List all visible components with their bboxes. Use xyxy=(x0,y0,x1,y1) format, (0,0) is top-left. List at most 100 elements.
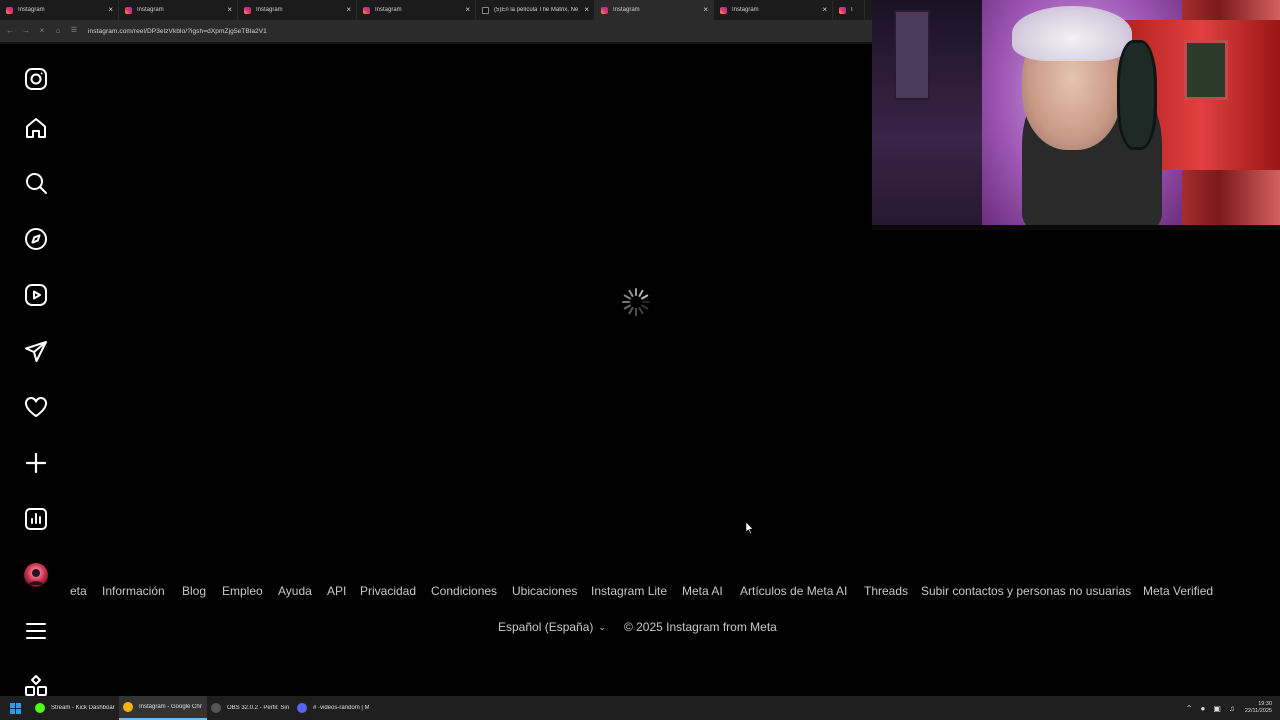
forward-icon[interactable]: → xyxy=(20,25,32,37)
browser-tab-title: Instagram xyxy=(256,7,283,13)
footer-link[interactable]: Meta AI xyxy=(682,584,723,598)
create-icon[interactable] xyxy=(24,451,48,475)
footer-link[interactable]: Instagram Lite xyxy=(591,584,667,598)
url-field[interactable]: instagram.com/reel/DP3elzVkblo/?igsh=dXp… xyxy=(88,28,267,35)
footer-bottom: Español (España) ⌄ © 2025 Instagram from… xyxy=(498,619,777,635)
close-tab-icon[interactable]: × xyxy=(584,5,589,14)
app-icon xyxy=(297,703,307,713)
loading-spinner-icon xyxy=(622,288,650,316)
close-tab-icon[interactable]: × xyxy=(822,5,827,14)
browser-tab-title: Instagram xyxy=(613,7,640,13)
spinner-spoke xyxy=(638,307,644,315)
webcam-person-hair xyxy=(1012,6,1132,61)
footer-link[interactable]: Ayuda xyxy=(278,584,312,598)
browser-tab[interactable]: Instagram × xyxy=(119,0,238,20)
footer-link[interactable]: Empleo xyxy=(222,584,263,598)
footer-link[interactable]: Ubicaciones xyxy=(512,584,577,598)
close-tab-icon[interactable]: × xyxy=(227,5,232,14)
taskbar-app[interactable]: # ·videos-random | M xyxy=(293,696,373,720)
screen: { "browser": { "tabs": [ {"title": "Inst… xyxy=(0,0,1280,720)
browser-tab[interactable]: Instagram × xyxy=(0,0,119,20)
home-icon[interactable] xyxy=(24,116,48,140)
volume-icon[interactable]: ♫ xyxy=(1229,704,1235,713)
instagram-favicon-icon xyxy=(601,6,608,14)
taskbar-app[interactable]: Instagram - Google Chr xyxy=(119,696,207,720)
browser-tab[interactable]: I xyxy=(833,0,865,20)
spinner-spoke xyxy=(628,289,634,297)
browser-tab[interactable]: Instagram × xyxy=(595,0,714,20)
close-tab-icon[interactable]: × xyxy=(346,5,351,14)
footer-link[interactable]: API xyxy=(327,584,346,598)
spinner-spoke xyxy=(623,304,631,310)
search-icon[interactable] xyxy=(24,171,48,195)
footer-link[interactable]: Subir contactos y personas no usuarias xyxy=(921,584,1131,598)
spinner-spoke xyxy=(628,307,634,315)
browser-tab[interactable]: Instagram × xyxy=(714,0,833,20)
browser-tab-title: I xyxy=(851,7,853,13)
instagram-favicon-icon xyxy=(125,6,132,14)
notifications-icon[interactable] xyxy=(24,395,48,419)
footer-link[interactable]: Artículos de Meta AI xyxy=(740,584,847,598)
mouse-cursor-icon xyxy=(746,522,754,534)
network-icon[interactable]: ▣ xyxy=(1213,704,1221,713)
footer-link[interactable]: Blog xyxy=(182,584,206,598)
language-selector[interactable]: Español (España) ⌄ xyxy=(498,620,606,634)
explore-icon[interactable] xyxy=(24,227,48,251)
webcam-shelf-left xyxy=(872,0,992,230)
also-from-meta-icon[interactable] xyxy=(24,674,48,696)
spinner-spoke xyxy=(641,294,649,300)
clock[interactable]: 19:30 22/11/2025 xyxy=(1245,701,1272,715)
back-icon[interactable]: ← xyxy=(4,25,16,37)
close-tab-icon[interactable]: × xyxy=(108,5,113,14)
language-label: Español (España) xyxy=(498,620,594,634)
dashboard-icon[interactable] xyxy=(24,507,48,531)
browser-tab-title: Instagram xyxy=(375,7,402,13)
taskbar-app-label: OBS 32.0.2 - Perfil: Sin T xyxy=(227,705,289,711)
taskbar: Stream - Kick Dashboar Instagram - Google… xyxy=(0,696,1280,720)
footer-link[interactable]: Meta Verified xyxy=(1143,584,1213,598)
taskbar-app-label: # ·videos-random | M xyxy=(313,705,369,711)
webcam-bottom-edge xyxy=(872,225,1280,230)
reels-icon[interactable] xyxy=(24,283,48,307)
close-tab-icon[interactable]: × xyxy=(465,5,470,14)
webcam-overlay xyxy=(872,0,1280,230)
more-menu-icon[interactable] xyxy=(24,619,48,643)
browser-address-bar: ← → × ⌂ ☰ instagram.com/reel/DP3elzVkblo… xyxy=(0,20,872,42)
windows-start-icon[interactable] xyxy=(0,696,31,720)
app-icon xyxy=(123,702,133,712)
close-tab-icon[interactable]: × xyxy=(703,5,708,14)
taskbar-app[interactable]: Stream - Kick Dashboar xyxy=(31,696,119,720)
instagram-favicon-icon xyxy=(839,6,846,14)
spinner-spoke xyxy=(623,294,631,300)
browser-tab-title: Instagram xyxy=(732,7,759,13)
browser-tab[interactable]: Instagram × xyxy=(357,0,476,20)
spinner-spoke xyxy=(638,289,644,297)
footer-link[interactable]: eta xyxy=(70,584,87,598)
instagram-favicon-icon xyxy=(363,6,370,14)
copyright-text: © 2025 Instagram from Meta xyxy=(623,620,777,634)
system-tray: ⌃ ● ▣ ♫ 19:30 22/11/2025 xyxy=(1182,696,1280,720)
taskbar-apps: Stream - Kick Dashboar Instagram - Google… xyxy=(31,696,373,720)
spinner-spoke xyxy=(641,304,649,310)
site-info-icon[interactable]: ☰ xyxy=(68,25,80,37)
microphone-icon[interactable]: ● xyxy=(1200,704,1205,713)
footer-link[interactable]: Información xyxy=(102,584,165,598)
footer-link[interactable]: Condiciones xyxy=(431,584,497,598)
webcam-headset xyxy=(1117,40,1157,150)
instagram-logo-icon[interactable] xyxy=(24,67,48,91)
chevron-up-icon[interactable]: ⌃ xyxy=(1186,704,1193,713)
browser-tab[interactable]: Instagram × xyxy=(238,0,357,20)
clock-time: 19:30 xyxy=(1258,701,1272,707)
footer-link[interactable]: Privacidad xyxy=(360,584,416,598)
browser-tab-title: Instagram xyxy=(137,7,164,13)
footer-link[interactable]: Threads xyxy=(864,584,908,598)
home-button-icon[interactable]: ⌂ xyxy=(52,25,64,37)
stop-loading-icon[interactable]: × xyxy=(36,25,48,37)
taskbar-app-label: Instagram - Google Chr xyxy=(139,704,202,710)
taskbar-app[interactable]: OBS 32.0.2 - Perfil: Sin T xyxy=(207,696,293,720)
instagram-favicon-icon xyxy=(720,6,727,14)
app-icon xyxy=(211,703,221,713)
browser-tab[interactable]: (5)En la película The Matrix, Ne × xyxy=(476,0,595,20)
taskbar-app-label: Stream - Kick Dashboar xyxy=(51,705,115,711)
messages-icon[interactable] xyxy=(24,339,48,363)
